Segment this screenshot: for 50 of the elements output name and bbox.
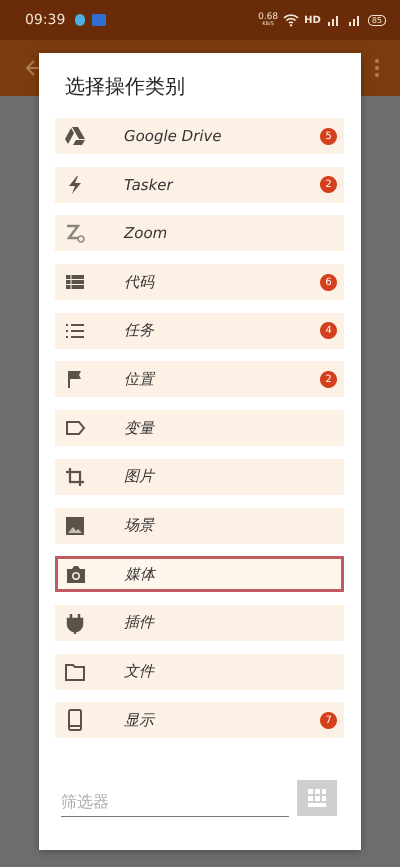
keyboard-button[interactable] <box>297 780 337 816</box>
category-label: 代码 <box>124 272 156 292</box>
triangle-icon <box>64 125 86 147</box>
category-label: 场景 <box>124 516 156 535</box>
category-item[interactable]: 媒体 <box>55 556 344 592</box>
count-badge: 6 <box>320 274 337 291</box>
clock: 09:39 <box>25 12 66 28</box>
category-item[interactable]: 文件 <box>55 654 344 690</box>
more-options-icon[interactable] <box>374 58 380 78</box>
category-item[interactable]: 显示 7 <box>55 702 344 738</box>
count-badge: 5 <box>320 128 337 144</box>
battery-level: 85 <box>368 14 386 26</box>
category-label: 任务 <box>124 321 156 340</box>
category-item[interactable]: 位置 2 <box>55 361 344 398</box>
filter-field[interactable]: 筛选器 <box>61 786 289 817</box>
grid-icon <box>306 787 328 809</box>
count-badge: 2 <box>320 370 337 388</box>
category-label: 变量 <box>124 418 156 438</box>
category-label: 插件 <box>124 613 156 632</box>
category-item[interactable]: 插件 <box>55 604 344 641</box>
network-speed: 0.68 <box>258 13 278 22</box>
category-label: Zoom <box>124 224 168 242</box>
count-badge: 2 <box>320 176 337 194</box>
notification-icon <box>91 12 108 28</box>
count-badge: 7 <box>320 712 337 729</box>
category-label: 位置 <box>124 370 156 389</box>
zoom-logo-icon <box>64 222 86 244</box>
image-icon <box>64 514 86 536</box>
category-item[interactable]: 场景 <box>55 508 344 544</box>
category-label: 文件 <box>124 662 156 682</box>
category-item[interactable]: 代码 6 <box>55 264 344 300</box>
category-label: Tasker <box>124 176 174 194</box>
count-badge: 4 <box>320 322 337 340</box>
hd-label: HD <box>304 14 321 26</box>
category-item[interactable]: Tasker 2 <box>55 166 344 203</box>
plug-icon <box>64 612 86 634</box>
category-item[interactable]: 任务 4 <box>55 312 344 349</box>
camera-icon <box>65 563 87 586</box>
category-item[interactable]: Zoom <box>55 215 344 252</box>
category-label: 显示 <box>124 710 156 730</box>
category-label: Google Drive <box>124 127 223 145</box>
category-item[interactable]: 图片 <box>55 458 344 495</box>
crop-icon <box>64 466 86 488</box>
category-label: 媒体 <box>125 564 158 584</box>
category-item[interactable]: 变量 <box>55 410 344 446</box>
notification-icon <box>74 12 86 28</box>
category-label: 图片 <box>124 467 156 486</box>
category-item[interactable]: Google Drive 5 <box>55 118 344 154</box>
dialog-title: 选择操作类别 <box>64 73 186 100</box>
wifi-icon <box>283 13 300 27</box>
